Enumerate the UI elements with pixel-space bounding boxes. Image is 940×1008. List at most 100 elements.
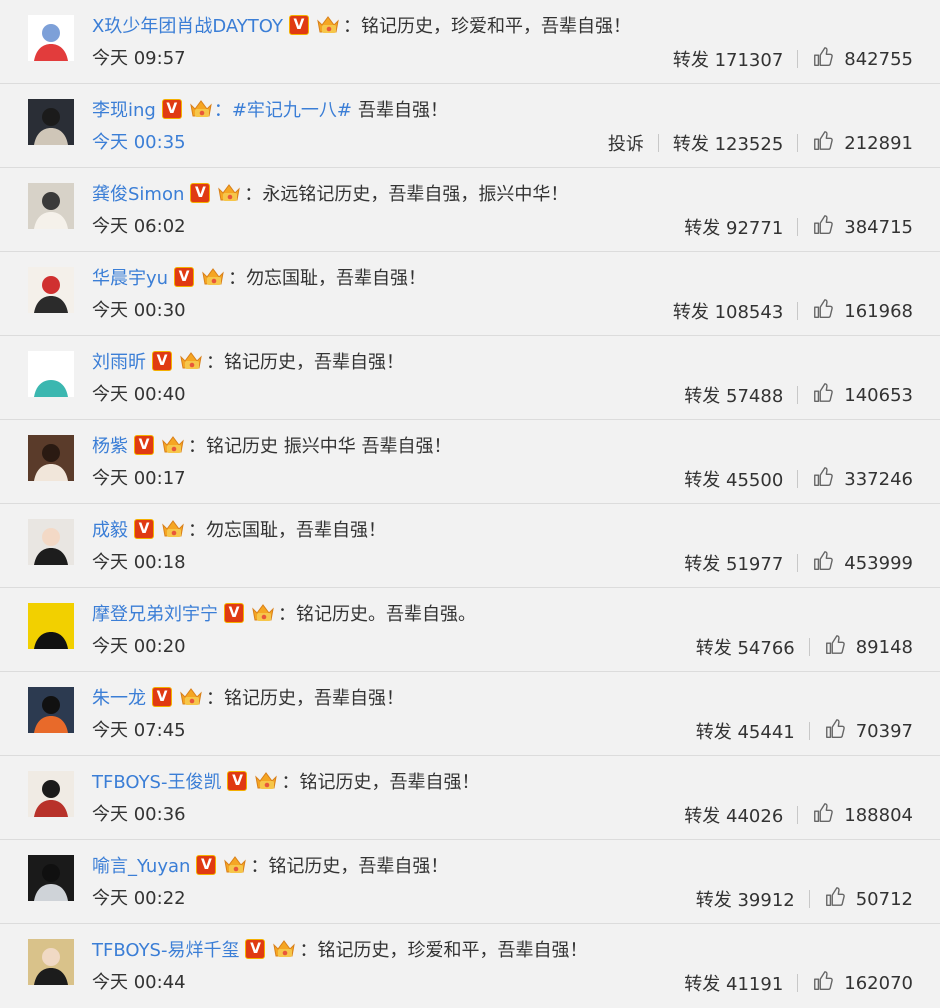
fan-crown-icon	[188, 98, 214, 120]
repost-button[interactable]: 转发 123525	[673, 130, 783, 156]
user-name-link[interactable]: 成毅	[92, 516, 128, 542]
user-avatar[interactable]	[28, 855, 74, 901]
divider	[797, 302, 799, 320]
thumbs-up-icon	[812, 46, 844, 73]
report-button[interactable]: 投诉	[608, 130, 644, 156]
hashtag-link[interactable]: ：#牢记九一八#	[214, 96, 352, 122]
thumbs-up-icon	[812, 130, 844, 157]
fan-crown-icon	[178, 686, 204, 708]
like-button[interactable]: 337246	[812, 466, 913, 493]
comment-row: 成毅 V ： 勿忘国耻，吾辈自强！ 今天 00:18 转发 51977 4539…	[0, 504, 940, 588]
comment-header: X玖少年团肖战DAYTOY V ： 铭记历史，珍爱和平，吾辈自强！	[92, 10, 631, 40]
repost-button[interactable]: 转发 45500	[684, 466, 783, 492]
like-button[interactable]: 140653	[812, 382, 913, 409]
like-button[interactable]: 89148	[824, 634, 913, 661]
comment-header: 摩登兄弟刘宇宁 V ： 铭记历史。吾辈自强。	[92, 598, 476, 628]
user-name-link[interactable]: 龚俊Simon	[92, 180, 184, 206]
like-count: 453999	[844, 552, 913, 574]
user-avatar[interactable]	[28, 603, 74, 649]
user-avatar[interactable]	[28, 771, 74, 817]
repost-button[interactable]: 转发 45441	[696, 718, 795, 744]
like-button[interactable]: 212891	[812, 130, 913, 157]
verified-v-icon: V	[174, 267, 195, 287]
verified-v-icon: V	[152, 687, 172, 707]
comment-text: 永远铭记历史，吾辈自强，振兴中华！	[262, 184, 569, 205]
thumbs-up-icon	[812, 802, 844, 829]
comment-text: 铭记历史，吾辈自强！	[224, 352, 404, 373]
like-button[interactable]: 188804	[812, 802, 913, 829]
comment-colon: ：	[281, 772, 300, 793]
user-name-link[interactable]: 杨紫	[92, 432, 128, 458]
like-count: 162070	[844, 972, 913, 994]
repost-button[interactable]: 转发 108543	[673, 298, 783, 324]
repost-button[interactable]: 转发 39912	[696, 886, 795, 912]
user-name-link[interactable]: 刘雨昕	[92, 348, 146, 374]
like-button[interactable]: 50712	[824, 886, 913, 913]
fan-crown-icon	[200, 266, 226, 288]
comment-actions: 转发 171307 842755	[673, 46, 913, 72]
repost-button[interactable]: 转发 171307	[673, 46, 783, 72]
fan-crown-icon	[222, 854, 248, 876]
user-name-link[interactable]: TFBOYS-王俊凯	[92, 768, 221, 794]
divider	[808, 890, 810, 908]
comment-header: 龚俊Simon V ： 永远铭记历史，吾辈自强，振兴中华！	[92, 178, 568, 208]
comment-time: 今天 00:35	[92, 132, 186, 153]
user-name-link[interactable]: TFBOYS-易烊千玺	[92, 936, 239, 962]
like-button[interactable]: 161968	[812, 298, 913, 325]
comment-row: TFBOYS-易烊千玺 V ： 铭记历史，珍爱和平，吾辈自强！ 今天 00:44…	[0, 924, 940, 1008]
user-name-link[interactable]: 李现ing	[92, 96, 156, 122]
repost-button[interactable]: 转发 44026	[684, 802, 783, 828]
comment-time: 今天 06:02	[92, 216, 186, 237]
thumbs-up-icon	[824, 718, 856, 745]
like-button[interactable]: 384715	[812, 214, 913, 241]
repost-button[interactable]: 转发 92771	[684, 214, 783, 240]
comment-colon: ：	[206, 352, 224, 373]
comment-text: 铭记历史 振兴中华 吾辈自强！	[206, 436, 452, 457]
user-avatar[interactable]	[28, 99, 74, 145]
divider	[657, 134, 659, 152]
comment-row: X玖少年团肖战DAYTOY V ： 铭记历史，珍爱和平，吾辈自强！ 今天 09:…	[0, 0, 940, 84]
user-name-link[interactable]: 摩登兄弟刘宇宁	[92, 600, 218, 626]
user-avatar[interactable]	[28, 351, 74, 397]
repost-button[interactable]: 转发 51977	[684, 550, 783, 576]
repost-button[interactable]: 转发 54766	[696, 634, 795, 660]
like-button[interactable]: 453999	[812, 550, 913, 577]
comment-row: 刘雨昕 V ： 铭记历史，吾辈自强！ 今天 00:40 转发 57488 140…	[0, 336, 940, 420]
comment-time: 今天 00:17	[92, 468, 186, 489]
user-avatar[interactable]	[28, 267, 74, 313]
fan-crown-icon	[160, 434, 186, 456]
fan-crown-icon	[160, 518, 186, 540]
repost-button[interactable]: 转发 57488	[684, 382, 783, 408]
comment-header: 刘雨昕 V ： 铭记历史，吾辈自强！	[92, 346, 404, 376]
user-name-link[interactable]: 喻言_Yuyan	[92, 852, 190, 878]
comment-colon: ：	[244, 184, 263, 205]
verified-v-icon: V	[161, 99, 182, 119]
user-avatar[interactable]	[28, 939, 74, 985]
like-count: 384715	[844, 216, 913, 238]
comment-colon: ：	[342, 16, 361, 37]
comment-actions: 转发 108543 161968	[673, 298, 913, 324]
comment-time: 今天 00:18	[92, 552, 186, 573]
user-name-link[interactable]: X玖少年团肖战DAYTOY	[92, 12, 283, 38]
user-name-link[interactable]: 华晨宇yu	[92, 264, 168, 290]
user-avatar[interactable]	[28, 15, 74, 61]
comment-actions: 转发 39912 50712	[696, 886, 913, 912]
comment-actions: 转发 45441 70397	[696, 718, 913, 744]
comment-header: TFBOYS-易烊千玺 V ： 铭记历史，珍爱和平，吾辈自强！	[92, 934, 587, 964]
like-count: 188804	[844, 804, 913, 826]
like-button[interactable]: 162070	[812, 970, 913, 997]
comment-text: 勿忘国耻，吾辈自强！	[246, 268, 427, 289]
thumbs-up-icon	[824, 886, 856, 913]
repost-button[interactable]: 转发 41191	[684, 970, 783, 996]
user-avatar[interactable]	[28, 519, 74, 565]
like-button[interactable]: 842755	[812, 46, 913, 73]
like-count: 70397	[855, 720, 913, 742]
comment-actions: 转发 92771 384715	[684, 214, 913, 240]
like-count: 161968	[844, 300, 913, 322]
user-avatar[interactable]	[28, 183, 74, 229]
user-avatar[interactable]	[28, 687, 74, 733]
comment-text: 铭记历史，吾辈自强！	[224, 688, 404, 709]
user-name-link[interactable]: 朱一龙	[92, 684, 146, 710]
user-avatar[interactable]	[28, 435, 74, 481]
like-button[interactable]: 70397	[824, 718, 913, 745]
